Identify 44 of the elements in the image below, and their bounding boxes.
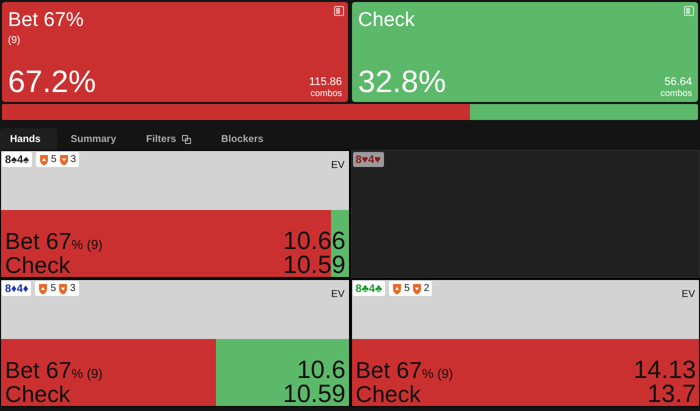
combos-label: combos bbox=[660, 88, 692, 98]
action-label: Bet 67% (9) bbox=[5, 358, 103, 385]
action-label: Bet 67% (9) bbox=[5, 229, 103, 256]
action-label: Check bbox=[5, 253, 70, 277]
tab[interactable]: Blockers bbox=[211, 128, 280, 150]
shield-icon bbox=[58, 154, 68, 166]
shield-icon bbox=[412, 282, 422, 294]
shield-icon bbox=[38, 154, 49, 166]
ev-value: 10.59 bbox=[282, 382, 346, 406]
tab[interactable]: Filters bbox=[136, 128, 208, 150]
hand-label: 8♥4♥ bbox=[352, 152, 384, 167]
action-percent: 67.2% bbox=[8, 66, 96, 98]
combos-count: 56.64 bbox=[664, 76, 692, 88]
ev-label: EV bbox=[331, 289, 344, 300]
combos-label: combos bbox=[310, 88, 342, 98]
ev-label: EV bbox=[682, 289, 695, 300]
blockers-badge: 5 3 bbox=[36, 152, 80, 167]
action-percent: 32.8% bbox=[358, 66, 446, 98]
hand-label: 8♦4♦ bbox=[2, 281, 32, 296]
shield-icon bbox=[58, 282, 68, 294]
action-title: Bet 67% bbox=[8, 8, 84, 32]
tab[interactable]: Summary bbox=[60, 128, 132, 150]
ev-value: 10.6 bbox=[296, 358, 346, 382]
hand-label: 8♣4♣ bbox=[352, 281, 386, 296]
blockers-badge: 5 2 bbox=[389, 281, 432, 296]
action-title: Check bbox=[358, 8, 415, 32]
action-label: Check bbox=[5, 382, 70, 406]
hand-cell[interactable]: 8♦4♦ 5 3 EV Bet 67% (9) 10.6 Check 10.59 bbox=[0, 279, 350, 407]
tab[interactable]: Hands bbox=[0, 128, 57, 150]
expand-icon[interactable] bbox=[684, 6, 694, 16]
hand-label: 8♠4♠ bbox=[2, 152, 32, 167]
action-label: Bet 67% (9) bbox=[356, 358, 454, 385]
ev-label: EV bbox=[331, 160, 344, 171]
blockers-badge: 5 3 bbox=[35, 281, 79, 296]
shield-icon bbox=[392, 282, 402, 294]
shield-icon bbox=[38, 282, 48, 294]
ev-value: 14.13 bbox=[633, 358, 696, 382]
action-card[interactable]: Bet 67% (9) 67.2% 115.86 combos bbox=[2, 2, 348, 102]
combos-count: 115.86 bbox=[309, 76, 342, 88]
ev-value: 13.7 bbox=[647, 382, 696, 406]
action-label: Check bbox=[356, 382, 421, 406]
hand-cell[interactable]: 8♣4♣ 5 2 EV Bet 67% (9) 14.13 Check 13.7 bbox=[350, 279, 700, 407]
action-size: (9) bbox=[8, 35, 22, 46]
expand-icon[interactable] bbox=[334, 6, 344, 16]
